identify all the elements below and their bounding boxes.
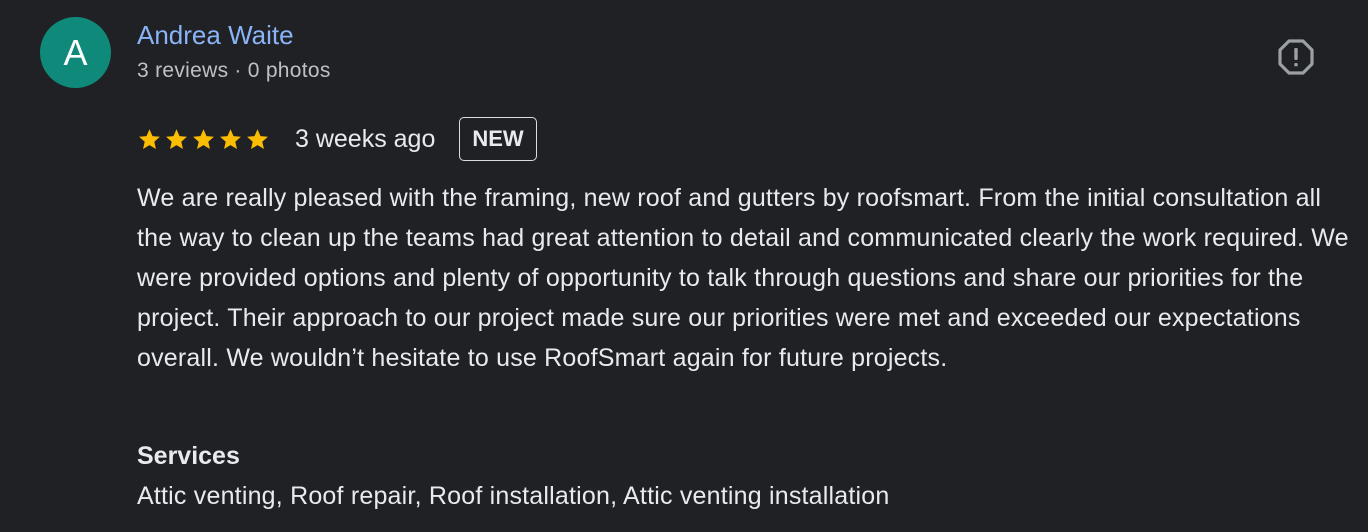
star-icon bbox=[139, 128, 160, 149]
reviews-count: 3 reviews bbox=[137, 59, 229, 82]
star-icon bbox=[193, 128, 214, 149]
star-rating bbox=[137, 127, 270, 152]
star-icon bbox=[220, 128, 241, 149]
new-badge: NEW bbox=[459, 117, 537, 161]
services-heading: Services bbox=[137, 442, 240, 470]
photos-count: 0 photos bbox=[247, 59, 331, 82]
review-time: 3 weeks ago bbox=[295, 124, 436, 153]
meta-separator: · bbox=[234, 59, 242, 82]
reviewer-name[interactable]: Andrea Waite bbox=[137, 20, 294, 51]
review-text: We are really pleased with the framing, … bbox=[137, 184, 1349, 372]
report-review-button[interactable] bbox=[1276, 37, 1316, 77]
star-icon bbox=[247, 128, 268, 149]
report-flag-octagon-icon bbox=[1278, 39, 1314, 75]
star-icon bbox=[166, 128, 187, 149]
services-list: Attic venting, Roof repair, Roof install… bbox=[137, 482, 890, 510]
reviewer-avatar[interactable]: A bbox=[40, 17, 111, 88]
rating-row: 3 weeks ago NEW bbox=[137, 116, 537, 162]
reviewer-meta: 3 reviews · 0 photos bbox=[137, 59, 331, 83]
